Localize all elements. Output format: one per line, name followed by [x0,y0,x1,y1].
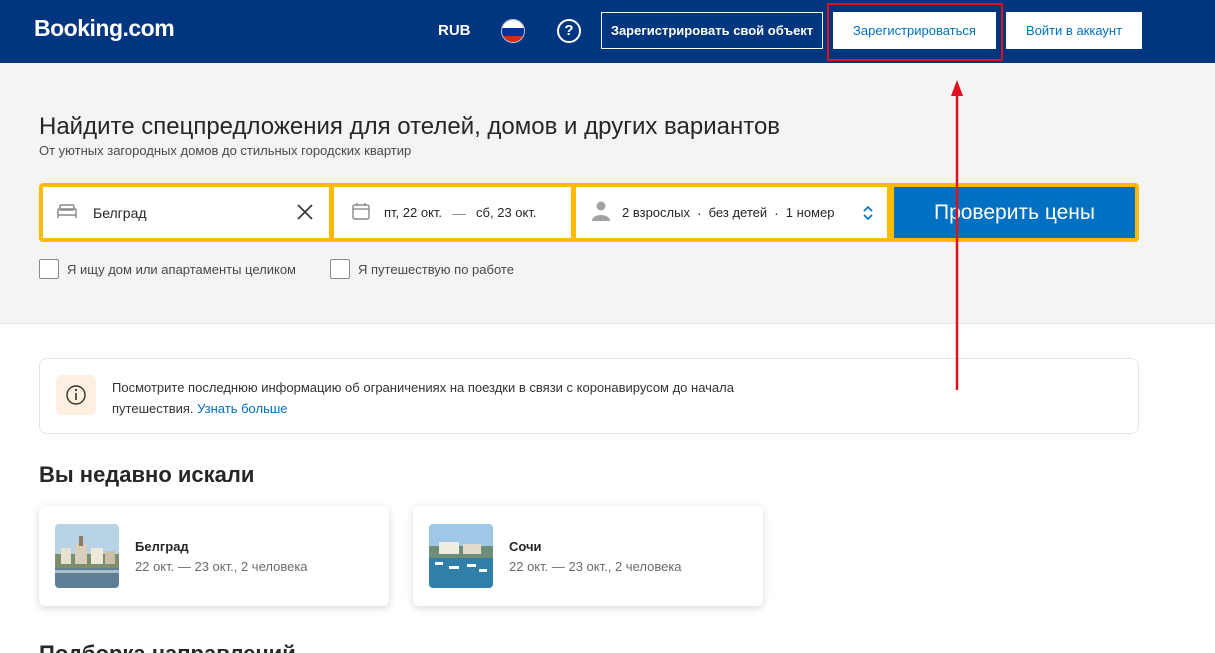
notice-text-block: Посмотрите последнюю информацию об огран… [112,377,812,419]
chevron-updown-icon [863,205,873,224]
recent-dates: 22 окт. — 23 окт., 2 человека [135,559,308,574]
checkbox-business-travel[interactable]: Я путешествую по работе [330,259,514,279]
guests-field[interactable]: 2 взрослых · без детей · 1 номер [576,187,887,238]
separator-dot: · [774,204,779,221]
booking-logo[interactable]: Booking.com [34,15,175,42]
checkin-date: пт, 22 окт. [384,205,443,220]
checkbox-label: Я ищу дом или апартаменты целиком [67,261,296,277]
destination-value: Белград [93,204,147,221]
search-hero: Найдите спецпредложения для отелей, домо… [0,63,1215,324]
list-property-button[interactable]: Зарегистрировать свой объект [601,12,823,49]
checkbox-box[interactable] [39,259,59,279]
info-icon [56,375,96,415]
help-icon[interactable]: ? [557,19,581,43]
sochi-thumbnail [429,524,493,588]
recent-search-card[interactable]: Сочи 22 окт. — 23 окт., 2 человека [413,506,763,606]
recent-search-card[interactable]: Белград 22 окт. — 23 окт., 2 человека [39,506,389,606]
recent-dates: 22 окт. — 23 окт., 2 человека [509,559,682,574]
signin-button[interactable]: Войти в аккаунт [1006,12,1142,49]
recent-searches-title: Вы недавно искали [39,462,255,487]
russia-flag-icon[interactable] [501,19,525,43]
calendar-icon [352,202,370,223]
belgrade-thumbnail [55,524,119,588]
destinations-section-title: Подборка направлений [39,641,296,653]
adults-value: 2 взрослых [622,205,690,220]
search-bar: Белград пт, 22 окт. — сб, 23 окт. 2 взро… [39,183,1139,242]
learn-more-link[interactable]: Узнать больше [197,401,287,416]
bed-icon [57,204,79,221]
destination-field[interactable]: Белград [43,187,329,238]
checkbox-label: Я путешествую по работе [358,261,514,277]
recent-city: Сочи [509,539,542,554]
rooms-value: 1 номер [785,205,835,220]
travel-notice: Посмотрите последнюю информацию об огран… [39,358,1139,434]
check-prices-button[interactable]: Проверить цены [894,187,1135,238]
clear-icon[interactable] [297,204,313,223]
page-title: Найдите спецпредложения для отелей, домо… [39,113,781,140]
recent-city: Белград [135,539,189,554]
checkout-date: сб, 23 окт. [476,205,537,220]
top-header: Booking.com RUB ? Зарегистрировать свой … [0,0,1215,63]
children-value: без детей [708,205,768,220]
separator-dot: · [696,204,702,221]
checkbox-box[interactable] [330,259,350,279]
dates-field[interactable]: пт, 22 окт. — сб, 23 окт. [334,187,571,238]
person-icon [592,201,610,224]
date-separator: — [452,204,467,221]
annotation-highlight-box [827,3,1003,61]
page-subtitle: От уютных загородных домов до стильных г… [39,143,412,158]
currency-selector[interactable]: RUB [438,22,471,39]
checkbox-whole-home[interactable]: Я ищу дом или апартаменты целиком [39,259,296,279]
